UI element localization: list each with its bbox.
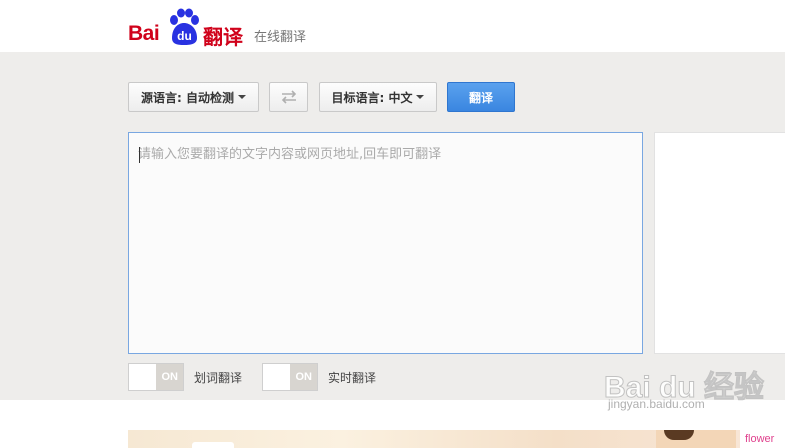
source-text-input[interactable] [129,133,642,353]
realtime-translate-option: ON 实时翻译 [262,363,376,391]
source-text-box[interactable] [128,132,643,354]
translation-output-box [654,132,785,354]
realtime-translate-toggle[interactable]: ON [262,363,318,391]
word-select-translate-toggle[interactable]: ON [128,363,184,391]
swap-arrows-icon [281,90,296,104]
chevron-down-icon [416,95,425,99]
word-select-translate-label: 划词翻译 [194,370,243,385]
logo-fanyi-text: 翻译 [203,25,243,49]
toggle-state-text: ON [156,364,183,390]
logo-du-text: du [177,29,192,43]
target-language-select[interactable]: 目标语言: 中文 [319,82,437,112]
toggle-knob [129,364,157,390]
baidu-paw-icon: du [170,8,199,45]
target-language-label: 目标语言: 中文 [331,90,413,105]
text-cursor [139,147,140,163]
logo-subtitle: 在线翻译 [254,30,307,45]
header: Bai du 翻译 在线翻译 [0,0,785,52]
source-language-select[interactable]: 源语言: 自动检测 [128,82,259,112]
realtime-translate-label: 实时翻译 [328,370,377,385]
toggle-knob [263,364,291,390]
ad-banner-card [192,442,234,448]
source-language-label: 源语言: 自动检测 [141,90,234,105]
translate-button[interactable]: 翻译 [447,82,515,112]
swap-languages-button[interactable] [269,82,308,112]
ad-banner-text[interactable]: flower [745,433,774,445]
chevron-down-icon [237,95,246,99]
ad-banner-figure [664,430,694,440]
word-select-translate-option: ON 划词翻译 [128,363,242,391]
logo-bai-text: Bai [128,22,160,45]
translate-panel: 源语言: 自动检测 目标语言: 中文 翻译 ON 划词翻译 ON 实时翻译 [0,52,785,400]
ad-banner-image [656,430,736,448]
toggle-state-text: ON [290,364,317,390]
